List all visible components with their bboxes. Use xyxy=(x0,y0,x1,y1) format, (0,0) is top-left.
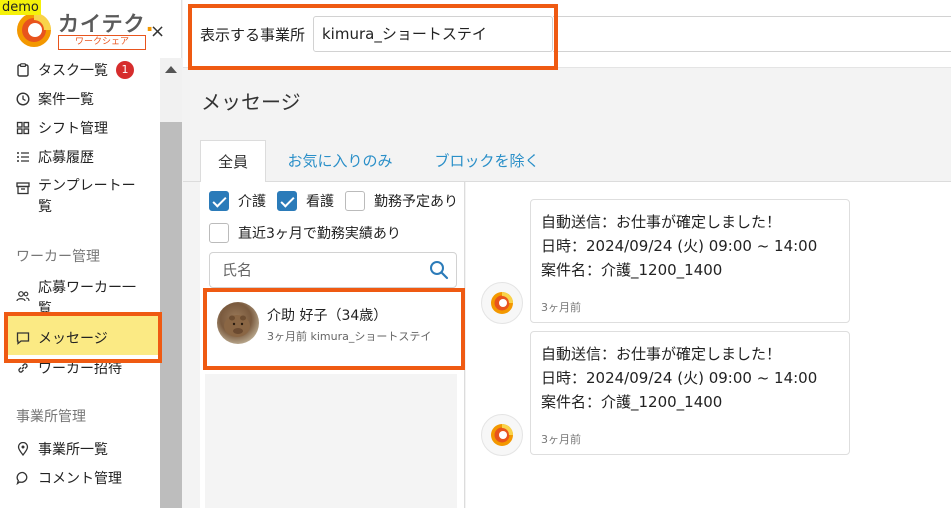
name-search-input[interactable] xyxy=(210,253,420,287)
task-count-badge: 1 xyxy=(116,61,134,79)
demo-tag: demo xyxy=(0,0,41,15)
sidebar-item-offices[interactable]: 事業所一覧 xyxy=(16,439,108,459)
sidebar-item-label: タスク一覧 xyxy=(38,63,108,79)
office-selector-highlight-box xyxy=(188,4,558,70)
sidebar-item-label: 案件一覧 xyxy=(38,92,94,108)
sidebar-item-application-history[interactable]: 応募履歴 xyxy=(16,147,94,167)
brand-logo xyxy=(17,13,51,47)
brand-logo-icon xyxy=(491,292,513,314)
message-line: 案件名：介護_1200_1400 xyxy=(541,393,723,411)
tab-favorites-only[interactable]: お気に入りのみ xyxy=(277,140,403,182)
filter-label: 看護 xyxy=(306,194,334,210)
message-bubble: 自動送信：お仕事が確定しました！ 日時：2024/09/24 (火) 09:00… xyxy=(530,199,850,323)
sender-avatar xyxy=(481,414,523,456)
location-pin-icon xyxy=(17,442,29,456)
message-timestamp: 3ヶ月前 xyxy=(541,433,581,446)
checkbox-box[interactable] xyxy=(277,191,297,211)
filter-label: 直近3ヶ月で勤務実績あり xyxy=(238,226,401,242)
link-icon xyxy=(18,363,28,373)
sidebar-item-label: テンプレートー xyxy=(38,178,136,194)
message-line: 自動送信：お仕事が確定しました！ xyxy=(541,345,782,363)
message-line: 案件名：介護_1200_1400 xyxy=(541,261,723,279)
filter-label: 介護 xyxy=(238,194,266,210)
office-selector-extension[interactable] xyxy=(553,16,951,52)
sidebar-scrollbar[interactable] xyxy=(160,58,182,508)
messages-nav-highlight-box xyxy=(4,312,162,363)
sidebar-item-shifts[interactable]: シフト管理 xyxy=(16,118,108,138)
sidebar-item-label: 事業所一覧 xyxy=(38,442,108,458)
sidebar-item-label: シフト管理 xyxy=(38,121,108,137)
name-search-box[interactable] xyxy=(209,252,457,288)
message-bubble: 自動送信：お仕事が確定しました！ 日時：2024/09/24 (火) 09:00… xyxy=(530,331,850,455)
sidebar-item-label: 応募履歴 xyxy=(38,150,94,166)
message-line: 日時：2024/09/24 (火) 09:00 ~ 14:00 xyxy=(541,237,818,255)
page-title: メッセージ xyxy=(201,90,301,114)
brand-subtitle: ワークシェア xyxy=(58,35,146,50)
scrollbar-thumb[interactable] xyxy=(160,122,182,508)
filter-nursing-checkbox[interactable]: 看護 xyxy=(277,191,334,211)
sender-avatar xyxy=(481,282,523,324)
sidebar-item-projects[interactable]: 案件一覧 xyxy=(16,89,94,109)
checkbox-box[interactable] xyxy=(209,191,229,211)
filter-scheduled-checkbox[interactable]: 勤務予定あり xyxy=(345,191,458,211)
grid-icon xyxy=(16,121,30,135)
tab-all[interactable]: 全員 xyxy=(200,140,266,182)
message-timestamp: 3ヶ月前 xyxy=(541,301,581,314)
sidebar-item-label: コメント管理 xyxy=(38,471,122,487)
clipboard-icon xyxy=(17,63,29,77)
sidebar-item-templates[interactable]: テンプレートー覧 xyxy=(16,176,136,218)
sidebar: demo カイテク. ワークシェア × タスク一覧 1 案件一覧 シフト管理 応… xyxy=(0,0,182,508)
worker-item-highlight-box xyxy=(203,288,465,370)
sidebar-item-tasks[interactable]: タスク一覧 1 xyxy=(16,60,134,80)
message-line: 日時：2024/09/24 (火) 09:00 ~ 14:00 xyxy=(541,369,818,387)
sidebar-item-label-wrap: 覧 xyxy=(38,199,52,215)
worker-list-empty-area xyxy=(205,374,457,508)
users-icon xyxy=(16,291,30,302)
scroll-up-arrow-icon[interactable] xyxy=(165,66,177,73)
search-icon[interactable] xyxy=(429,260,449,280)
filter-care-checkbox[interactable]: 介護 xyxy=(209,191,266,211)
comment-icon xyxy=(16,471,28,485)
message-line: 自動送信：お仕事が確定しました！ xyxy=(541,213,782,231)
brand-logo-icon xyxy=(491,424,513,446)
sidebar-item-comments[interactable]: コメント管理 xyxy=(16,468,122,488)
close-sidebar-button[interactable]: × xyxy=(150,21,165,42)
clock-icon xyxy=(16,92,30,106)
section-title-office-management: 事業所管理 xyxy=(16,409,86,425)
checkbox-box[interactable] xyxy=(209,223,229,243)
archive-icon xyxy=(16,182,30,195)
sidebar-item-label: 応募ワーカー一 xyxy=(38,280,136,296)
tab-exclude-blocked[interactable]: ブロックを除く xyxy=(420,140,554,182)
checkbox-box[interactable] xyxy=(345,191,365,211)
filter-recent-3months-checkbox[interactable]: 直近3ヶ月で勤務実績あり xyxy=(209,223,401,243)
brand-name: カイテク. xyxy=(58,12,155,36)
list-icon xyxy=(17,152,29,162)
section-title-worker-management: ワーカー管理 xyxy=(16,249,100,265)
filter-label: 勤務予定あり xyxy=(374,194,458,210)
